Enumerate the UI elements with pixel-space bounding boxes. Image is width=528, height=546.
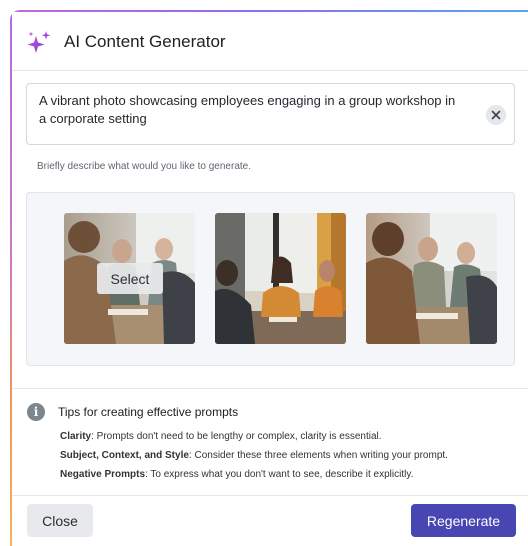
prompt-tips-section: i Tips for creating effective prompts Cl… — [12, 388, 528, 496]
info-icon: i — [27, 403, 45, 421]
tip-label: Clarity — [60, 431, 92, 442]
sparkle-icon — [27, 31, 51, 53]
tip-label: Subject, Context, and Style — [60, 450, 189, 461]
ai-content-generator-dialog: AI Content Generator A vibrant photo sho… — [10, 10, 528, 546]
dialog-header: AI Content Generator — [12, 12, 528, 71]
prompt-hint: Briefly describe what would you like to … — [37, 161, 252, 172]
tips-title: Tips for creating effective prompts — [58, 405, 239, 419]
tip-clarity: Clarity: Prompts don't need to be length… — [60, 431, 382, 442]
prompt-text: A vibrant photo showcasing employees eng… — [39, 93, 456, 126]
close-button[interactable]: Close — [27, 504, 93, 537]
tip-negative-prompts: Negative Prompts: To express what you do… — [60, 469, 413, 480]
tip-text: : Prompts don't need to be lengthy or co… — [91, 431, 382, 442]
dialog-title: AI Content Generator — [64, 32, 226, 51]
dialog-footer: Close Regenerate — [12, 495, 528, 546]
generated-image-2[interactable] — [215, 213, 346, 344]
tip-text: : Consider these three elements when wri… — [188, 450, 448, 461]
select-image-button[interactable]: Select — [97, 263, 163, 294]
regenerate-button[interactable]: Regenerate — [411, 504, 516, 537]
generated-image-1[interactable]: Select — [64, 213, 195, 344]
prompt-textarea[interactable]: A vibrant photo showcasing employees eng… — [26, 83, 515, 145]
tip-label: Negative Prompts — [60, 469, 146, 480]
generated-images-panel: Select — [26, 192, 515, 366]
generated-image-3[interactable] — [366, 213, 497, 344]
tip-text: : To express what you don't want to see,… — [145, 469, 414, 480]
clear-prompt-button[interactable] — [486, 105, 506, 125]
workshop-photo-2 — [215, 213, 346, 344]
close-icon — [491, 110, 501, 120]
workshop-photo-3 — [366, 213, 497, 344]
tip-subject-context-style: Subject, Context, and Style: Consider th… — [60, 450, 448, 461]
